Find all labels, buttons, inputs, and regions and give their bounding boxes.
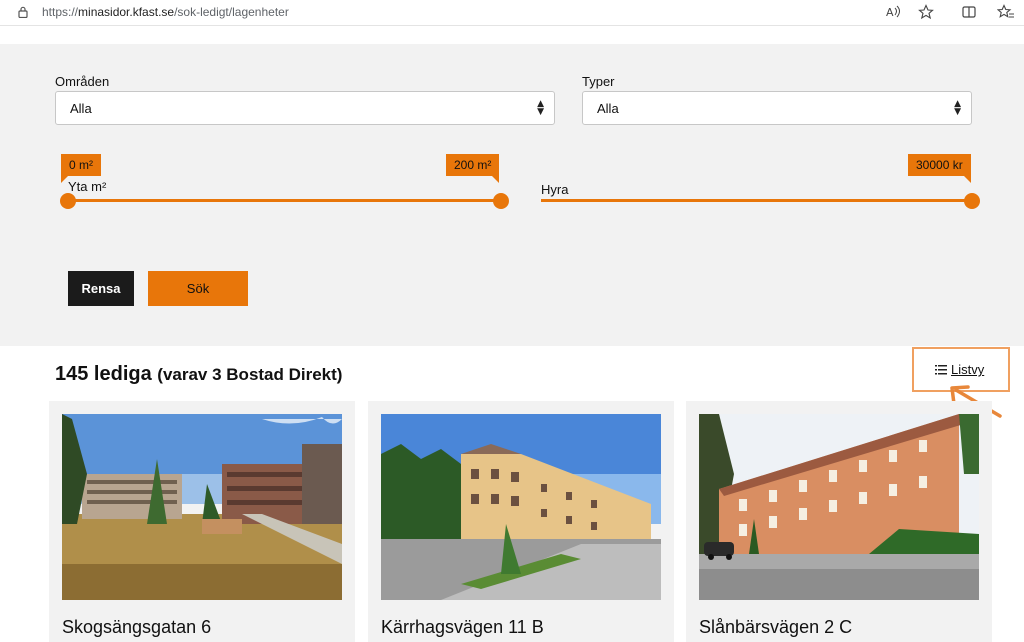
rent-max-handle[interactable] <box>964 193 980 209</box>
search-filter-panel: Områden Alla ▲ ▼ Typer Alla ▲ ▼ 0 m² 200 m… <box>0 44 1024 346</box>
apartment-photo <box>62 414 342 600</box>
size-max-handle[interactable] <box>493 193 509 209</box>
list-icon <box>935 365 947 375</box>
apartment-card-title: Skogsängsgatan 6 <box>62 617 212 637</box>
rent-label: Hyra <box>541 182 569 197</box>
types-select[interactable]: Alla ▲ ▼ <box>582 91 972 125</box>
select-arrows-icon: ▲ ▼ <box>954 99 961 117</box>
browser-address-bar: https://minasidor.kfast.se/sok-ledigt/la… <box>0 0 1024 26</box>
url-prefix: https:// <box>42 5 79 19</box>
apartment-card[interactable]: Skogsängsgatan 6 <box>49 401 355 642</box>
areas-label: Områden <box>55 74 110 89</box>
results-count: 145 lediga (varav 3 Bostad Direkt) <box>55 363 342 386</box>
select-arrows-icon: ▲ ▼ <box>537 99 544 117</box>
url-domain: minasidor.kfast.se <box>78 5 175 19</box>
size-min-tooltip: 0 m² <box>61 154 101 183</box>
url-path: /sok-ledigt/lagenheter <box>174 5 289 19</box>
rent-slider-track[interactable] <box>541 199 973 202</box>
areas-select-value: Alla <box>70 101 92 116</box>
apartment-card[interactable]: Kärrhagsvägen 11 B <box>368 401 674 642</box>
split-screen-icon[interactable] <box>960 4 978 22</box>
apartment-photo <box>381 414 661 600</box>
rent-max-tooltip: 30000 kr <box>908 154 971 183</box>
favorite-star-icon[interactable] <box>917 4 935 22</box>
search-button[interactable]: Sök <box>148 271 248 306</box>
types-label: Typer <box>582 74 615 89</box>
areas-select[interactable]: Alla ▲ ▼ <box>55 91 555 125</box>
apartment-photo <box>699 414 979 600</box>
size-max-tooltip: 200 m² <box>446 154 500 183</box>
clear-button[interactable]: Rensa <box>68 271 134 306</box>
size-min-handle[interactable] <box>60 193 76 209</box>
url-field[interactable]: https://minasidor.kfast.se/sok-ledigt/la… <box>42 5 289 19</box>
apartment-card-title: Slånbärsvägen 2 C <box>699 617 853 637</box>
lock-icon <box>18 6 28 18</box>
results-count-subtext: (varav 3 Bostad Direkt) <box>157 365 343 384</box>
apartment-card-title: Kärrhagsvägen 11 B <box>381 617 544 637</box>
size-slider-track[interactable] <box>68 199 502 202</box>
results-count-number: 145 lediga <box>55 363 152 385</box>
size-label: Yta m² <box>68 179 107 194</box>
svg-text:A: A <box>886 6 894 19</box>
types-select-value: Alla <box>597 101 619 116</box>
apartment-card[interactable]: Slånbärsvägen 2 C <box>686 401 992 642</box>
read-aloud-icon[interactable]: A <box>884 4 902 22</box>
list-view-link[interactable]: Listvy <box>951 362 984 377</box>
favorites-list-icon[interactable] <box>996 4 1015 22</box>
